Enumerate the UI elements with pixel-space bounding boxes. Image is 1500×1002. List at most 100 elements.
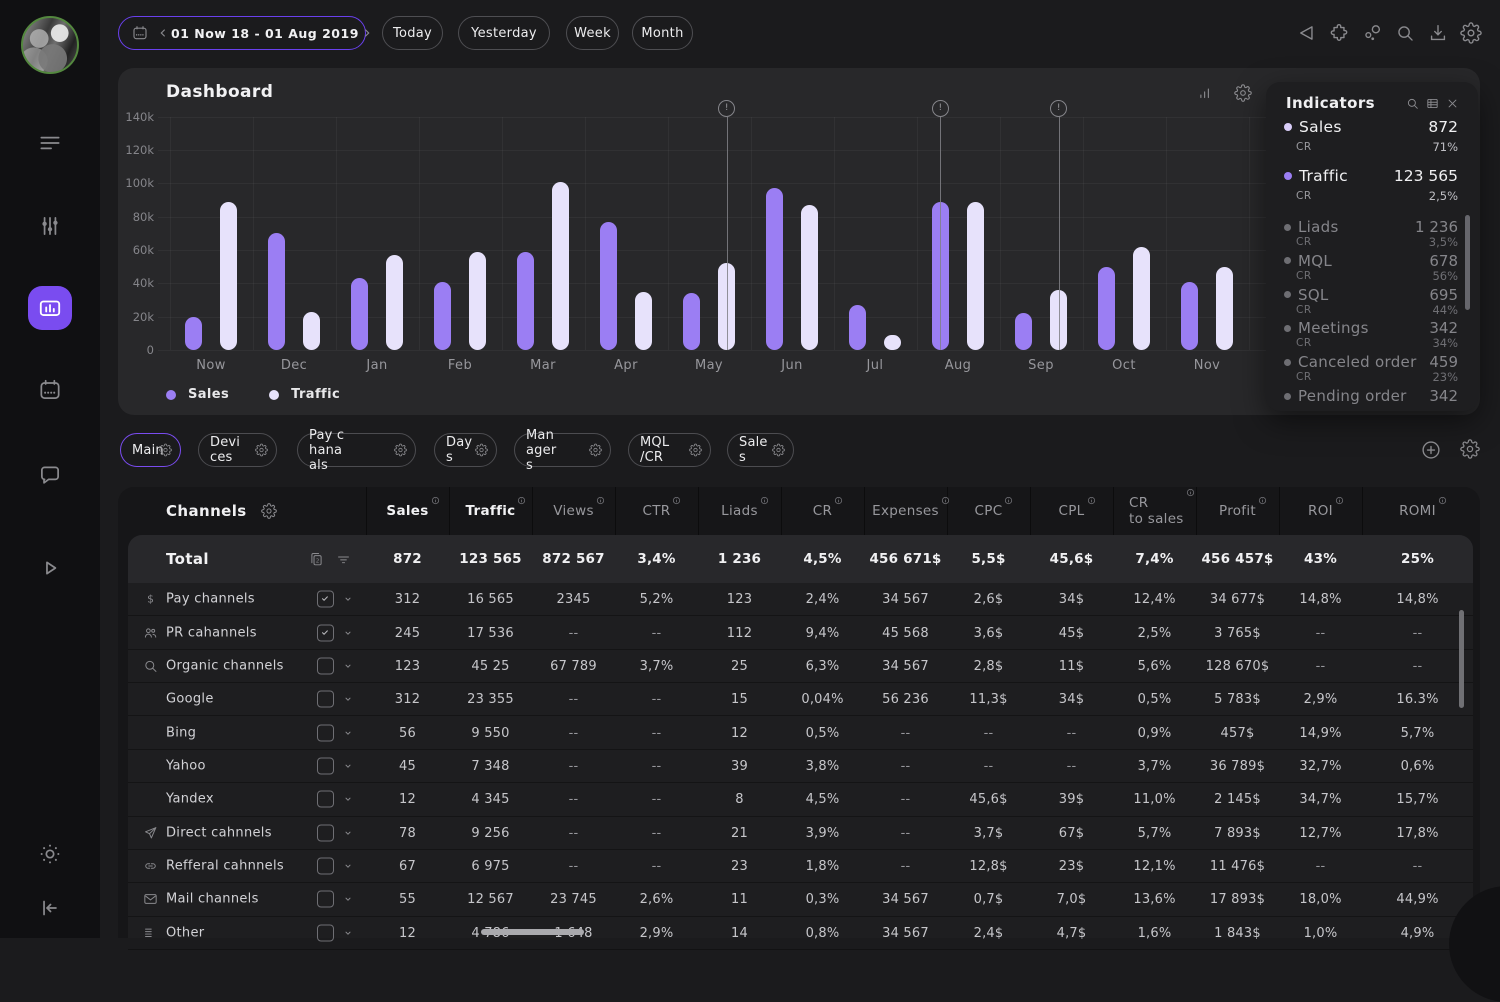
- table-row-organic-channels[interactable]: Organic channels12345 2567 7893,7%256,3%…: [128, 650, 1473, 683]
- column-header-traffic[interactable]: Traffic: [449, 487, 532, 535]
- checkbox[interactable]: [317, 824, 334, 841]
- checkbox[interactable]: [317, 657, 334, 674]
- info-icon[interactable]: [834, 496, 843, 505]
- chevron-left-icon[interactable]: [155, 25, 171, 41]
- table-row-yahoo[interactable]: Yahoo457 348----393,8%------3,7%36 789$3…: [128, 750, 1473, 783]
- filter-chip-days[interactable]: Days: [434, 433, 497, 467]
- range-button-week[interactable]: Week: [566, 16, 619, 50]
- checkbox[interactable]: [317, 924, 334, 941]
- table-row-other[interactable]: Other124 7861 6482,9%140,8%34 5672,4$4,7…: [128, 917, 1473, 950]
- filter-chip-mql-cr[interactable]: MQL /CR: [628, 433, 711, 467]
- filter-chip-devices[interactable]: Devices: [198, 433, 277, 467]
- download-icon[interactable]: [1427, 22, 1449, 44]
- copy-pages-icon[interactable]: 2: [308, 551, 325, 568]
- settings-gear-icon[interactable]: [772, 444, 785, 457]
- column-header-cpl[interactable]: CPL: [1030, 487, 1113, 535]
- column-header-cpc[interactable]: CPC: [947, 487, 1030, 535]
- column-header-views[interactable]: Views: [532, 487, 615, 535]
- settings-gear-icon[interactable]: [394, 444, 407, 457]
- info-icon[interactable]: [1186, 488, 1195, 497]
- chevron-down-icon[interactable]: [341, 726, 355, 740]
- info-icon[interactable]: [1087, 496, 1096, 505]
- checkbox[interactable]: [317, 724, 334, 741]
- column-header-roi[interactable]: ROI: [1279, 487, 1362, 535]
- column-header-romi[interactable]: ROMI: [1362, 487, 1473, 535]
- settings-gear-icon[interactable]: [689, 444, 702, 457]
- annotation-marker[interactable]: !: [932, 100, 949, 117]
- info-icon[interactable]: [672, 496, 681, 505]
- close-icon[interactable]: [1445, 96, 1460, 111]
- info-icon[interactable]: [1258, 496, 1267, 505]
- cursor-arrow-icon[interactable]: [1295, 22, 1317, 44]
- checkbox-checked[interactable]: [317, 591, 334, 608]
- checkbox[interactable]: [317, 691, 334, 708]
- column-header-ctr[interactable]: CTR: [615, 487, 698, 535]
- indicator-item-mql[interactable]: MQL678: [1284, 252, 1458, 270]
- settings-gear-icon[interactable]: [255, 444, 268, 457]
- column-header-cr-to-sales[interactable]: CRto sales: [1113, 487, 1196, 535]
- column-header-sales[interactable]: Sales: [366, 487, 449, 535]
- legend-item-traffic[interactable]: Traffic: [269, 387, 340, 402]
- annotation-marker[interactable]: !: [1050, 100, 1067, 117]
- sidebar-item-sliders[interactable]: [37, 213, 63, 239]
- settings-gear-icon[interactable]: [159, 444, 172, 457]
- settings-gear-icon[interactable]: [261, 503, 277, 519]
- plus-circle-icon[interactable]: [1420, 439, 1442, 461]
- column-header-liads[interactable]: Liads: [698, 487, 781, 535]
- settings-gear-icon[interactable]: [1460, 22, 1482, 44]
- indicators-scrollbar[interactable]: [1465, 215, 1470, 310]
- settings-gear-icon[interactable]: [1234, 84, 1252, 102]
- info-icon[interactable]: [760, 496, 769, 505]
- chevron-down-icon[interactable]: [341, 892, 355, 906]
- indicator-item-liads[interactable]: Liads1 236: [1284, 218, 1458, 236]
- table-row-pr-cahannels[interactable]: PR cahannels24517 536----1129,4%45 5683,…: [128, 616, 1473, 649]
- sidebar-item-menu[interactable]: [37, 130, 63, 156]
- range-button-yesterday[interactable]: Yesterday: [458, 16, 550, 50]
- search-icon[interactable]: [1405, 96, 1420, 111]
- table-row-pay-channels[interactable]: $Pay channels31216 56523455,2%1232,4%34 …: [128, 583, 1473, 616]
- indicator-item-pending-order[interactable]: Pending order342: [1284, 387, 1458, 405]
- settings-gear-icon[interactable]: [475, 444, 488, 457]
- sidebar-item-calendar[interactable]: [37, 377, 63, 403]
- sidebar-item-brightness[interactable]: [37, 841, 63, 867]
- sidebar-item-play[interactable]: [37, 555, 63, 581]
- info-icon[interactable]: [431, 496, 440, 505]
- chevron-down-icon[interactable]: [341, 826, 355, 840]
- chevron-down-icon[interactable]: [341, 692, 355, 706]
- table-row-google[interactable]: Google31223 355----150,04%56 23611,3$34$…: [128, 683, 1473, 716]
- table-row-direct-cahnnels[interactable]: Direct cahnnels789 256----213,9%--3,7$67…: [128, 817, 1473, 850]
- info-icon[interactable]: [1335, 496, 1344, 505]
- sidebar-item-chat[interactable]: [37, 462, 63, 488]
- sidebar-item-collapse-left[interactable]: [37, 895, 63, 921]
- extension-puzzle-icon[interactable]: [1328, 22, 1350, 44]
- filter-lines-icon[interactable]: [335, 551, 352, 568]
- chevron-down-icon[interactable]: [341, 592, 355, 606]
- sidebar-item-bar-chart[interactable]: [28, 286, 72, 330]
- chevron-down-icon[interactable]: [341, 792, 355, 806]
- indicator-item-traffic[interactable]: Traffic123 565: [1284, 167, 1458, 185]
- indicator-item-sales[interactable]: Sales872: [1284, 118, 1458, 136]
- table-grid-icon[interactable]: [1425, 96, 1440, 111]
- info-icon[interactable]: [1438, 496, 1447, 505]
- legend-item-sales[interactable]: Sales: [166, 387, 229, 402]
- indicator-item-meetings[interactable]: Meetings342: [1284, 319, 1458, 337]
- search-icon[interactable]: [1394, 22, 1416, 44]
- column-header-profit[interactable]: Profit: [1196, 487, 1279, 535]
- table-row-yandex[interactable]: Yandex124 345----84,5%--45,6$39$11,0%2 1…: [128, 783, 1473, 816]
- info-icon[interactable]: [517, 496, 526, 505]
- column-header-expenses[interactable]: Expenses: [864, 487, 947, 535]
- chevron-down-icon[interactable]: [341, 659, 355, 673]
- filter-chip-managers[interactable]: Managers: [514, 433, 611, 467]
- avatar[interactable]: [21, 16, 79, 74]
- table-row-mail-channels[interactable]: Mail channels5512 56723 7452,6%110,3%34 …: [128, 883, 1473, 916]
- table-row-bing[interactable]: Bing569 550----120,5%------0,9%457$14,9%…: [128, 716, 1473, 749]
- chevron-down-icon[interactable]: [341, 859, 355, 873]
- settings-gear-icon[interactable]: [1460, 439, 1480, 461]
- info-icon[interactable]: [1004, 496, 1013, 505]
- checkbox-checked[interactable]: [317, 624, 334, 641]
- settings-gear-icon[interactable]: [589, 444, 602, 457]
- column-header-cr[interactable]: CR: [781, 487, 864, 535]
- channels-column-header[interactable]: Channels: [166, 502, 247, 520]
- range-button-month[interactable]: Month: [632, 16, 693, 50]
- table-row-refferal-cahnnels[interactable]: Refferal cahnnels676 975----231,8%--12,8…: [128, 850, 1473, 883]
